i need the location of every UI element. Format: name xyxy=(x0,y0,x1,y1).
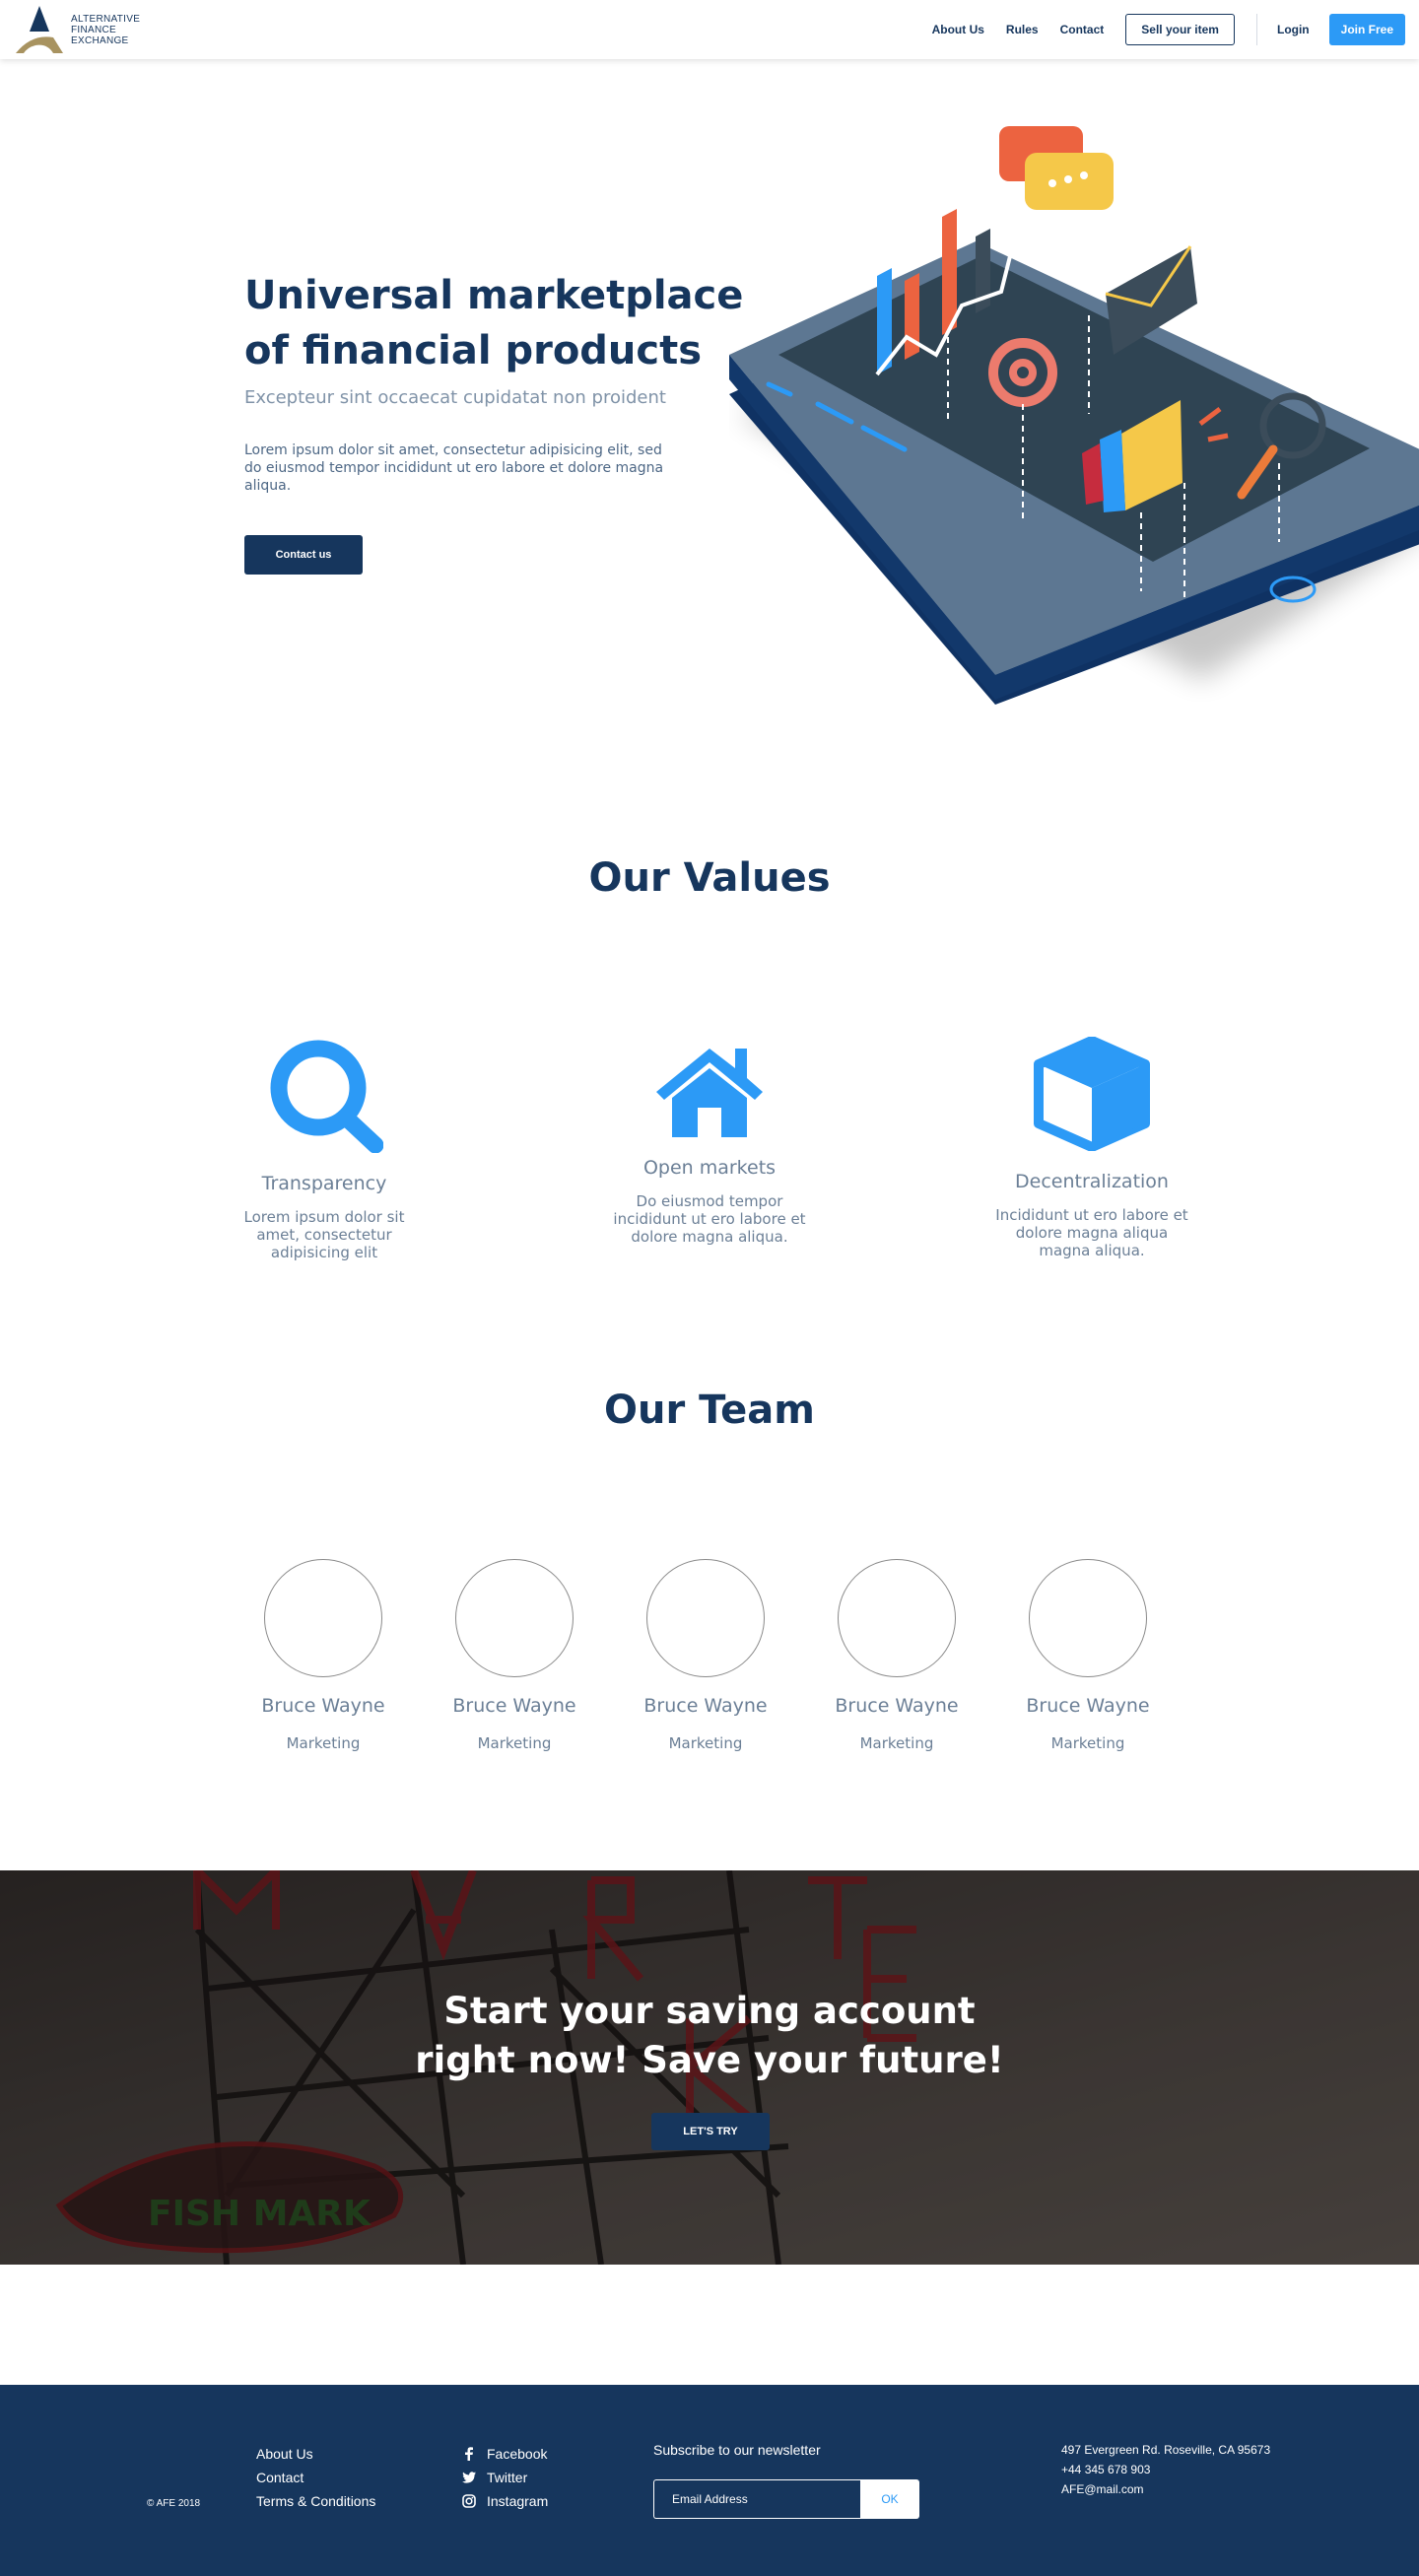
value-title: Open markets xyxy=(642,1157,777,1179)
avatar xyxy=(646,1559,765,1677)
join-free-button[interactable]: Join Free xyxy=(1328,14,1405,45)
member-name: Bruce Wayne xyxy=(835,1695,959,1717)
team-member: Bruce Wayne Marketing xyxy=(1009,1559,1167,1752)
main-nav: About Us Rules Contact Sell your item Lo… xyxy=(932,13,1405,46)
nav-about-link[interactable]: About Us xyxy=(932,23,984,36)
avatar xyxy=(455,1559,574,1677)
value-text: Incididunt ut ero labore et dolore magna… xyxy=(995,1206,1188,1259)
member-role: Marketing xyxy=(859,1734,934,1752)
footer-links: About Us Contact Terms & Conditions xyxy=(256,2442,375,2513)
logo-mark-icon xyxy=(16,6,63,53)
team-member: Bruce Wayne Marketing xyxy=(818,1559,976,1752)
logo-line: EXCHANGE xyxy=(71,35,129,46)
address-text: 497 Evergreen Rd. Roseville, CA 95673 xyxy=(1061,2443,1271,2457)
value-card-open-markets: Open markets Do eiusmod tempor incididun… xyxy=(591,1043,828,1246)
value-text: Do eiusmod tempor incididunt ut ero labo… xyxy=(613,1192,806,1246)
phone-text: +44 345 678 903 xyxy=(1061,2463,1151,2476)
email-text: AFE@mail.com xyxy=(1061,2482,1144,2496)
logo-line: FINANCE xyxy=(71,25,116,35)
newsletter-email-input[interactable] xyxy=(653,2479,860,2519)
newsletter-submit-button[interactable]: OK xyxy=(860,2479,919,2519)
twitter-icon xyxy=(451,2472,487,2483)
value-text: Lorem ipsum dolor sit amet, consectetur … xyxy=(243,1208,405,1261)
social-link-twitter[interactable]: Twitter xyxy=(451,2466,548,2489)
avatar xyxy=(1029,1559,1147,1677)
login-link[interactable]: Login xyxy=(1277,23,1310,36)
site-header: ALTERNATIVE FINANCE EXCHANGE About Us Ru… xyxy=(0,0,1419,59)
sell-item-button[interactable]: Sell your item xyxy=(1125,14,1235,45)
footer-link-about[interactable]: About Us xyxy=(256,2442,375,2466)
site-footer: © AFE 2018 About Us Contact Terms & Cond… xyxy=(0,2385,1419,2576)
social-label: Facebook xyxy=(487,2446,548,2462)
member-role: Marketing xyxy=(668,1734,743,1752)
instagram-icon xyxy=(451,2494,487,2508)
member-role: Marketing xyxy=(477,1734,552,1752)
brand-logo[interactable]: ALTERNATIVE FINANCE EXCHANGE xyxy=(14,4,162,55)
social-link-facebook[interactable]: Facebook xyxy=(451,2442,548,2466)
member-role: Marketing xyxy=(1050,1734,1125,1752)
avatar xyxy=(838,1559,956,1677)
avatar xyxy=(264,1559,382,1677)
home-icon xyxy=(656,1049,763,1137)
social-label: Twitter xyxy=(487,2470,528,2485)
team-member: Bruce Wayne Marketing xyxy=(627,1559,784,1752)
value-title: Transparency xyxy=(261,1173,387,1194)
member-role: Marketing xyxy=(286,1734,361,1752)
logo-text: ALTERNATIVE FINANCE EXCHANGE xyxy=(71,14,140,46)
cube-icon xyxy=(1034,1037,1150,1151)
lets-try-button[interactable]: LET'S TRY xyxy=(651,2113,770,2150)
logo-line: ALTERNATIVE xyxy=(71,14,141,25)
cta-title-line: right now! Save your future! xyxy=(415,2039,1004,2081)
social-label: Instagram xyxy=(487,2493,549,2509)
nav-rules-link[interactable]: Rules xyxy=(1006,23,1039,36)
footer-link-contact[interactable]: Contact xyxy=(256,2466,375,2489)
hero-body: Lorem ipsum dolor sit amet, consectetur … xyxy=(244,442,664,494)
member-name: Bruce Wayne xyxy=(261,1695,385,1717)
newsletter-label: Subscribe to our newsletter xyxy=(653,2442,821,2458)
cta-banner: FISH MARK Start your saving account righ… xyxy=(0,1870,1419,2265)
value-card-transparency: Transparency Lorem ipsum dolor sit amet,… xyxy=(206,1037,442,1261)
member-name: Bruce Wayne xyxy=(452,1695,576,1717)
contact-us-button[interactable]: Contact us xyxy=(244,535,363,575)
member-name: Bruce Wayne xyxy=(643,1695,768,1717)
team-section-title: Our Team xyxy=(604,1388,815,1433)
nav-divider xyxy=(1255,14,1257,45)
contact-info: 497 Evergreen Rd. Roseville, CA 95673 +4… xyxy=(1061,2440,1270,2499)
hero-title: Universal marketplace of financial produ… xyxy=(244,273,744,373)
copyright-text: © AFE 2018 xyxy=(147,2498,201,2509)
footer-link-terms[interactable]: Terms & Conditions xyxy=(256,2489,375,2513)
nav-contact-link[interactable]: Contact xyxy=(1060,23,1105,36)
cta-title: Start your saving account right now! Sav… xyxy=(0,1987,1419,2085)
value-card-decentralization: Decentralization Incididunt ut ero labor… xyxy=(974,1037,1210,1259)
social-links: Facebook Twitter Instagram xyxy=(451,2442,548,2513)
team-member: Bruce Wayne Marketing xyxy=(436,1559,593,1752)
team-member: Bruce Wayne Marketing xyxy=(244,1559,402,1752)
social-link-instagram[interactable]: Instagram xyxy=(451,2489,548,2513)
hero-phone-illustration xyxy=(729,126,1419,705)
member-name: Bruce Wayne xyxy=(1026,1695,1150,1717)
hero-subtitle: Excepteur sint occaecat cupidatat non pr… xyxy=(244,387,666,408)
search-icon xyxy=(270,1040,383,1153)
cta-title-line: Start your saving account xyxy=(443,1990,976,2032)
value-title: Decentralization xyxy=(1015,1171,1169,1192)
facebook-icon xyxy=(451,2447,487,2461)
values-section-title: Our Values xyxy=(588,855,831,901)
